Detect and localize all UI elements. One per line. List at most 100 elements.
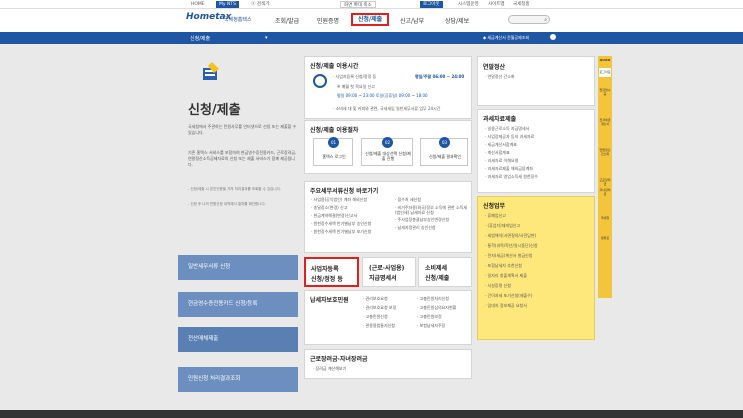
zoom-button[interactable]: 화면 확대 축소 <box>340 1 376 8</box>
logo-subtitle: 국세청홈택스 <box>224 17 252 23</box>
tax-data-title: 과세자료제출 <box>483 116 517 123</box>
home-link[interactable]: HOME <box>188 1 208 8</box>
tax-data-link[interactable]: · 사업장제공자 등의 과세자료 <box>485 134 534 140</box>
pencil-icon <box>200 60 222 82</box>
taxpayer-relief-panel: 납세자보호민원 · 권리보호요청 · 권리보호요청 보정 · 고충민원신청 · … <box>304 290 472 345</box>
search-link[interactable]: ⓐ 검색기 <box>248 1 272 8</box>
year-end-panel: 연말정산 · 연말정산 간소화 <box>477 56 595 106</box>
top-utility-bar: HOME My NTS ⓐ 검색기 화면 확대 축소 로그아웃 시스템운영 사이… <box>0 0 743 9</box>
legal-link[interactable]: · 세법해석(서면질의/사전답변) <box>485 233 536 239</box>
quick-link[interactable]: · 현금계약해결(변경)신고서 <box>311 213 357 219</box>
top-right-link[interactable]: 국세청홈 <box>510 1 533 8</box>
relief-link[interactable]: · 고충민원신청 <box>363 314 388 320</box>
step-number: 02 <box>382 137 393 148</box>
tile-line1: (근로·사업용) <box>369 265 405 272</box>
quick-cash-receipt[interactable]: 현금영수증 <box>599 88 611 96</box>
tax-data-link[interactable]: · 일용근로소득 지급명세서 <box>485 126 529 132</box>
tile-business-registration[interactable]: 사업자등록 신청/정정 등 <box>304 257 359 287</box>
nav-consult[interactable]: 상담/제보 <box>445 16 469 25</box>
year-end-link[interactable]: · 연말정산 간소화 <box>485 74 515 80</box>
quick-link[interactable]: · 접수처 세신청 <box>395 197 421 203</box>
relief-link[interactable]: · 고충민원보정 <box>417 314 442 320</box>
tile-line2: 지급명세서 <box>369 275 397 282</box>
quick-menu-bar: QUICK 로그아웃 현금영수증 전자세금계산서 연말정산간소화 근로장려금 자… <box>598 56 612 298</box>
main-header: Hometax 국세청홈택스 조회/발급 민원증명 신청/제출 신고/납부 상담… <box>0 9 743 32</box>
legal-link[interactable]: · 전자(세금)계산서 발급신청 <box>485 253 532 259</box>
step-number: 01 <box>328 137 339 148</box>
usage-line: · 사업자등록 신청/정정 등 <box>333 74 377 79</box>
chevron-down-icon[interactable]: ▾ <box>265 35 268 41</box>
legal-link[interactable]: · 일자리 창출계획서 제출 <box>485 273 527 279</box>
hero-note: - 신청/제출 시 본인인증을 거쳐 처리결과를 조회할 수 있습니다. <box>188 187 281 191</box>
nav-certificate[interactable]: 민원증명 <box>317 16 339 25</box>
legal-link[interactable]: · 통학(과목/학년/일시중단)신청 <box>485 243 538 249</box>
relief-link[interactable]: · 관용용법통지신청 <box>363 323 395 329</box>
quick-links-title: 주요세무서류신청 바로가기 <box>310 188 379 195</box>
legal-link[interactable]: · 휴폐업신고 <box>485 213 506 219</box>
legal-link[interactable]: · 입대차 정보제공 요청서 <box>485 303 527 309</box>
quick-year-end[interactable]: 연말정산간소화 <box>599 148 611 156</box>
nav-apply-submit[interactable]: 신청/제출 <box>351 13 389 26</box>
footer <box>0 410 743 418</box>
legal-link[interactable]: · 사실증명 신청 <box>485 283 511 289</box>
top-right-link[interactable]: 사이트맵 <box>485 1 508 8</box>
menu-general-docs[interactable]: 일반세무서류 신청 <box>178 255 298 280</box>
quick-link[interactable]: · 사업용(공익법인) 계좌 해외신청 <box>311 197 367 203</box>
tax-data-link[interactable]: · 세금계산서합계표 <box>485 142 517 148</box>
tile-consumption-tax[interactable]: 소비제세 신청/제출 <box>418 257 472 287</box>
hero-description-2: 기존 홈택스 서비스를 포함하여 현금영수증전용카드, 근로장려금, 연말정산소… <box>188 150 297 167</box>
quick-earned-incentive[interactable]: 근로장려금 <box>599 178 611 186</box>
relief-link[interactable]: · 고충민원처리신청 <box>417 296 449 302</box>
quick-e-tax-invoice[interactable]: 전자세금계산서 <box>599 118 611 126</box>
quick-link[interactable]: · 원천징수세액 반기별납부 포기신청 <box>311 229 371 235</box>
clock-icon <box>313 74 327 88</box>
nav-lookup[interactable]: 조회/발급 <box>275 16 299 25</box>
usage-line: ※ 매월 첫 목요일 신고 <box>337 84 375 89</box>
notice-link[interactable]: ◆ 세금계산서 전월공제조회 <box>483 35 529 41</box>
step-box: 01 홈택스 로그인 <box>313 137 353 166</box>
breadcrumb[interactable]: 신청/제출 <box>190 35 210 42</box>
usage-time-panel: 신청/제출 이용시간 · 사업자등록 신청/정정 등 평일/주말 06:00 ~… <box>304 56 472 119</box>
usage-line: · 소비세 대 및 커피와 관련, 국세세입 일반세무서류 업무 24시간 <box>333 106 441 111</box>
search-icon[interactable]: ⌕ <box>544 17 547 23</box>
tile-line1: 사업자등록 <box>311 266 339 273</box>
quick-top[interactable]: 맨위로 <box>599 236 611 240</box>
menu-cash-receipt-card[interactable]: 현금영수증전용카드 신청/등록 <box>178 292 298 317</box>
quick-link[interactable]: · 주사업장총괄납부승인변경신청 <box>395 217 449 223</box>
quick-link[interactable]: · 원천징수세액 반기별납부 승인신청 <box>311 221 371 227</box>
tile-line1: 소비제세 <box>425 265 448 272</box>
menu-electronic-media[interactable]: 전산매체제출 <box>178 327 298 352</box>
tile-line2: 신청/정정 등 <box>311 276 343 283</box>
menu-result-lookup[interactable]: 민원신청 처리결과조회 <box>178 367 298 392</box>
relief-link[interactable]: · 권리보호요청 보정 <box>363 305 396 311</box>
search-input[interactable]: ⌕ <box>508 15 550 24</box>
logout-button[interactable]: 로그아웃 <box>420 1 443 8</box>
legal-link[interactable]: · 간이과세 포기신청(제출수) <box>485 293 532 299</box>
tax-data-link[interactable]: · 과세자료 영업소득세 원천징수 <box>485 174 538 180</box>
quick-nts[interactable]: 국세청 <box>599 216 611 220</box>
quick-child-incentive[interactable]: 자녀장려금 <box>599 188 611 196</box>
tax-data-link[interactable]: · 계산서합계표 <box>485 150 510 156</box>
quick-label: QUICK <box>599 58 611 62</box>
nav-report-pay[interactable]: 신고/납부 <box>400 16 424 25</box>
tax-data-link[interactable]: · 과세자료 이해요령 <box>485 158 518 164</box>
top-right-link[interactable]: 시스템운영 <box>455 1 482 8</box>
relief-link[interactable]: · 고충민원심의요지현황 <box>417 305 456 311</box>
tax-data-link[interactable]: · 과세자료제출 해외금융계좌 <box>485 166 533 172</box>
incentive-link[interactable]: · 장려금 계산해보기 <box>313 366 346 372</box>
quick-link[interactable]: · 비거주자용(외국)정부 소득에 관한 소득세(법인세) 납세자료 신청 <box>395 205 469 215</box>
incentive-title: 근로장려금·자녀장려금 <box>310 356 368 363</box>
tile-line2: 신청/제출 <box>425 275 450 282</box>
tile-payment-statement[interactable]: (근로·사업용) 지급명세서 <box>362 257 416 287</box>
relief-link[interactable]: · 권리보호요청 <box>363 296 388 302</box>
tax-data-panel: 과세자료제출 · 일용근로소득 지급명세서 · 사업장제공자 등의 과세자료 ·… <box>477 109 595 193</box>
relief-link[interactable]: · 보험납세자주장 <box>417 323 445 329</box>
quick-link[interactable]: · 납세지정관리 승인신청 <box>395 225 436 231</box>
quick-link[interactable]: · 송달장소(변경) 신고 <box>311 205 347 211</box>
legal-link[interactable]: · (휴업자)재개업신고 <box>485 223 520 229</box>
quick-logout[interactable]: 로그아웃 <box>599 68 611 77</box>
my-nts-link[interactable]: My NTS <box>216 1 239 8</box>
step-box: 02 신청/제출 대상선택 신청/제출 진행 <box>361 137 413 166</box>
notice-arrow-icon[interactable] <box>550 34 556 40</box>
legal-link[interactable]: · 포함납세자 추천신청 <box>485 263 522 269</box>
